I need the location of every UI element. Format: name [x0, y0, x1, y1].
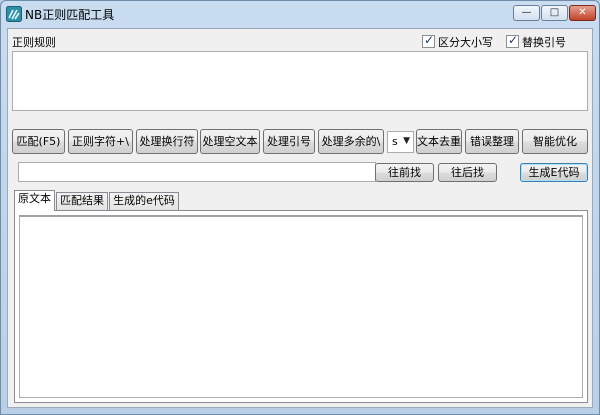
app-logo-icon	[6, 6, 22, 22]
format-errors-button[interactable]: 错误整理	[465, 129, 519, 154]
checkmark-icon: ✓	[508, 33, 519, 47]
tab-source-text[interactable]: 原文本	[14, 190, 55, 211]
tab-panel	[14, 210, 588, 403]
option-select[interactable]: s ▼	[387, 131, 414, 153]
maximize-button[interactable]: □	[541, 5, 568, 21]
handle-quotes-button[interactable]: 处理引号	[263, 129, 315, 154]
handle-extra-button[interactable]: 处理多余的\	[318, 129, 384, 154]
find-prev-button[interactable]: 往前找	[375, 163, 434, 182]
maximize-icon: □	[549, 7, 560, 18]
source-text-area[interactable]	[19, 215, 583, 398]
checkmark-icon: ✓	[424, 33, 435, 47]
dedupe-text-button[interactable]: 文本去重	[416, 129, 462, 154]
match-button[interactable]: 匹配(F5)	[12, 129, 65, 154]
handle-newline-button[interactable]: 处理换行符	[136, 129, 198, 154]
case-sensitive-label[interactable]: 区分大小写	[438, 34, 493, 50]
dropdown-arrow-icon[interactable]: ▼	[403, 136, 410, 146]
client-area: 正则规则 ✓ 区分大小写 ✓ 替换引号 匹配(F5) 正则字符+\ 处理换行符 …	[7, 28, 593, 408]
replace-quotes-checkbox[interactable]: ✓	[506, 33, 519, 48]
window-title: NB正则匹配工具	[25, 8, 115, 22]
tab-generated-code[interactable]: 生成的e代码	[109, 192, 179, 210]
regex-string-button[interactable]: 正则字符+\	[68, 129, 133, 154]
find-next-button[interactable]: 往后找	[438, 163, 497, 182]
case-sensitive-checkbox[interactable]: ✓	[422, 33, 435, 48]
replace-quotes-label[interactable]: 替换引号	[522, 34, 566, 50]
handle-empty-text-button[interactable]: 处理空文本	[200, 129, 260, 154]
close-icon: ✕	[578, 7, 587, 18]
option-select-value: s	[392, 135, 398, 148]
app-window: NB正则匹配工具 — □ ✕ 正则规则 ✓ 区分大小写 ✓ 替换引号 匹配(F5…	[0, 0, 600, 415]
search-input[interactable]	[18, 162, 376, 182]
regex-label: 正则规则	[12, 36, 56, 49]
title-bar[interactable]: NB正则匹配工具 — □ ✕	[1, 1, 599, 27]
close-button[interactable]: ✕	[569, 5, 596, 21]
regex-input[interactable]	[12, 51, 588, 111]
minimize-button[interactable]: —	[513, 5, 540, 21]
tab-match-results[interactable]: 匹配结果	[56, 192, 108, 210]
smart-optimize-button[interactable]: 智能优化	[522, 129, 588, 154]
generate-code-button[interactable]: 生成E代码	[520, 163, 588, 182]
minimize-icon: —	[521, 7, 532, 18]
